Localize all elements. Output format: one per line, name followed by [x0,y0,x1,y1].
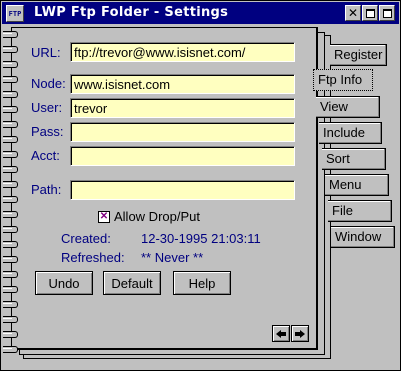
acct-label: Acct: [31,148,60,163]
url-label: URL: [31,45,61,60]
settings-window: FTP LWP Ftp Folder - Settings ✕ URL: ftp… [0,0,401,371]
allow-drop-put-label[interactable]: Allow Drop/Put [114,209,200,224]
user-label: User: [31,100,63,115]
created-label: Created: [61,231,111,246]
pass-label: Pass: [31,124,64,139]
next-page-button[interactable] [291,325,309,342]
refreshed-value: ** Never ** [141,250,204,265]
spiral-binding [3,31,18,353]
arrow-right-icon [295,329,305,338]
previous-page-button[interactable] [272,325,290,342]
tab-window[interactable]: Window [331,226,395,248]
path-field[interactable] [70,180,295,200]
undo-button[interactable]: Undo [35,271,93,295]
url-field[interactable]: ftp://trevor@www.isisnet.com/ [70,42,295,62]
path-label: Path: [31,182,62,197]
tab-file[interactable]: File [328,200,392,222]
tab-menu[interactable]: Menu [325,174,389,196]
close-icon[interactable]: ✕ [345,5,361,21]
tab-ftp-info[interactable]: Ftp Info [313,69,373,91]
title-bar[interactable]: FTP LWP Ftp Folder - Settings ✕ [2,2,399,24]
user-field[interactable]: trevor [70,98,295,118]
tab-view[interactable]: View [316,96,380,118]
tab-sort[interactable]: Sort [322,148,386,170]
system-menu-icon[interactable]: FTP [6,5,24,22]
node-label: Node: [31,76,66,91]
tab-register[interactable]: Register [330,44,387,66]
pass-field[interactable] [70,122,295,142]
help-button[interactable]: Help [173,271,231,295]
maximize-icon[interactable] [362,5,378,21]
window-title: LWP Ftp Folder - Settings [34,5,229,20]
node-field[interactable]: www.isisnet.com [70,74,295,94]
created-value: 12-30-1995 21:03:11 [141,231,261,246]
default-button[interactable]: Default [103,271,161,295]
tab-include[interactable]: Include [319,122,382,144]
allow-drop-put-checkbox[interactable]: ✕ [98,211,110,223]
arrow-left-icon [276,329,286,338]
minimize-icon[interactable] [379,5,395,21]
acct-field[interactable] [70,146,295,166]
refreshed-label: Refreshed: [61,250,125,265]
